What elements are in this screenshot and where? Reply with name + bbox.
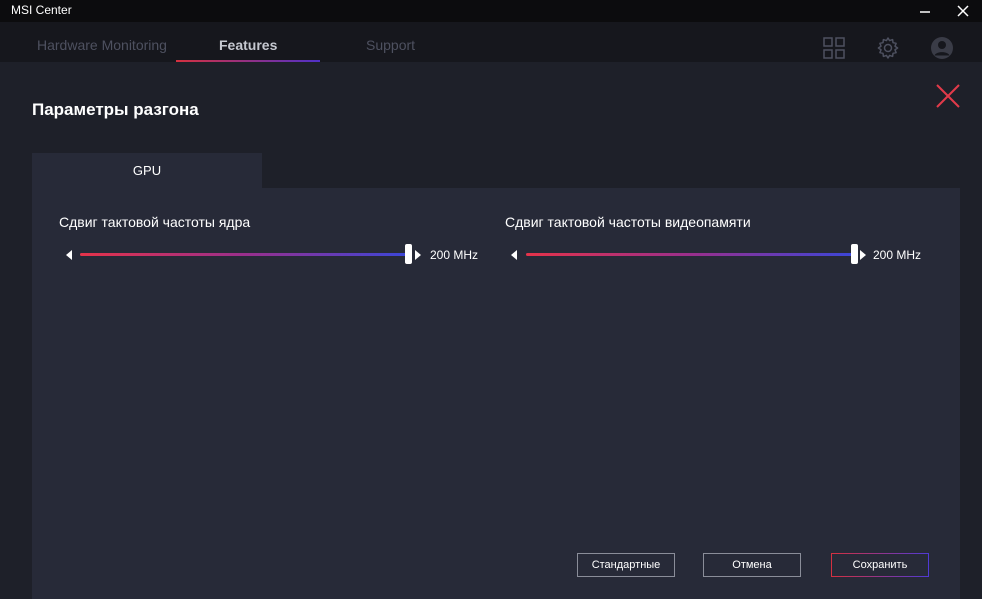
core-clock-value: 200 MHz xyxy=(430,248,479,262)
tab-features[interactable]: Features xyxy=(219,37,277,53)
core-clock-label: Сдвиг тактовой частоты ядра xyxy=(59,214,251,230)
core-clock-increase-icon[interactable] xyxy=(415,250,421,260)
user-avatar-icon[interactable] xyxy=(930,36,954,60)
memory-clock-increase-icon[interactable] xyxy=(860,250,866,260)
minimize-button[interactable] xyxy=(906,0,942,22)
memory-clock-label: Сдвиг тактовой частоты видеопамяти xyxy=(505,214,751,230)
close-window-button[interactable] xyxy=(944,0,980,22)
memory-clock-value: 200 MHz xyxy=(873,248,922,262)
close-icon xyxy=(957,5,969,17)
page-title: Параметры разгона xyxy=(32,100,199,119)
minimize-icon xyxy=(920,11,930,13)
cancel-button[interactable]: Отмена xyxy=(703,553,801,577)
tab-hardware-monitoring[interactable]: Hardware Monitoring xyxy=(37,37,167,53)
save-button[interactable]: Сохранить xyxy=(831,553,929,577)
default-button[interactable]: Стандартные xyxy=(577,553,675,577)
close-dialog-icon[interactable] xyxy=(934,82,962,110)
memory-clock-decrease-icon[interactable] xyxy=(511,250,517,260)
top-navigation: Hardware Monitoring Features Support xyxy=(0,22,982,62)
core-clock-decrease-icon[interactable] xyxy=(66,250,72,260)
core-clock-slider-thumb[interactable] xyxy=(405,244,412,264)
settings-panel xyxy=(32,188,960,599)
grid-icon[interactable] xyxy=(822,36,846,60)
app-title: MSI Center xyxy=(11,3,72,17)
tab-gpu[interactable]: GPU xyxy=(32,153,262,188)
gear-icon[interactable] xyxy=(876,36,900,60)
tab-support[interactable]: Support xyxy=(366,37,415,53)
title-bar: MSI Center xyxy=(0,0,982,22)
memory-clock-slider-thumb[interactable] xyxy=(851,244,858,264)
memory-clock-slider-track[interactable] xyxy=(526,253,854,256)
core-clock-slider-track[interactable] xyxy=(80,253,408,256)
active-tab-indicator xyxy=(176,60,320,62)
